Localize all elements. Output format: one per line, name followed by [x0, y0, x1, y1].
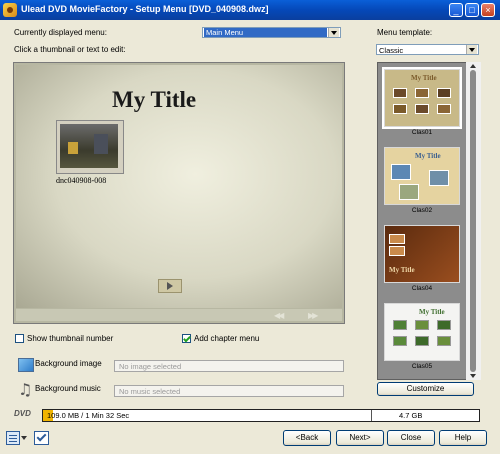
maximize-button[interactable]: □	[465, 3, 479, 17]
template-name: Clas05	[411, 363, 433, 370]
template-cell	[437, 104, 451, 114]
template-name: Clas01	[411, 129, 433, 136]
scroll-up-icon[interactable]	[468, 62, 478, 70]
close-window-button[interactable]: ×	[481, 3, 495, 17]
chevron-down-icon[interactable]	[21, 436, 27, 440]
template-item[interactable]: My Title Clas01	[382, 67, 462, 139]
menu-preview: My Title dnc040908-008 ◀◀ ▶▶	[13, 62, 345, 324]
template-cell	[437, 320, 451, 330]
template-cell	[415, 336, 429, 346]
template-title: My Title	[411, 74, 437, 82]
show-thumbnail-number-label[interactable]: Show thumbnail number	[27, 334, 113, 343]
template-cell	[437, 88, 451, 98]
template-cell	[393, 88, 407, 98]
template-thumbnail: My Title	[384, 225, 460, 283]
customize-button[interactable]: Customize	[377, 382, 474, 396]
template-cell	[415, 320, 429, 330]
template-category-value: Classic	[379, 46, 404, 55]
back-button[interactable]: <Back	[283, 430, 331, 446]
add-chapter-menu-checkbox[interactable]	[182, 334, 191, 343]
disk-capacity-text: 4.7 GB	[399, 411, 423, 420]
next-page-icon[interactable]: ▶▶	[308, 311, 318, 320]
background-image-label[interactable]: Background image	[35, 359, 102, 368]
template-cell	[415, 88, 429, 98]
thumbnail-image	[60, 124, 118, 168]
menu-template-label: Menu template:	[377, 28, 433, 37]
template-name: Clas02	[411, 207, 433, 214]
template-cell	[393, 104, 407, 114]
app-window: Ulead DVD MovieFactory - Setup Menu [DVD…	[0, 0, 500, 454]
background-image-icon[interactable]	[18, 358, 34, 372]
window-title: Ulead DVD MovieFactory - Setup Menu [DVD…	[21, 4, 269, 14]
background-music-label[interactable]: Background music	[35, 384, 101, 393]
help-button[interactable]: Help	[439, 430, 487, 446]
template-item[interactable]: My Title Clas04	[384, 225, 462, 295]
show-thumbnail-number-checkbox[interactable]	[15, 334, 24, 343]
template-name: Clas04	[411, 285, 433, 292]
background-music-field: No music selected	[114, 385, 344, 397]
thumbnail-caption[interactable]: dnc040908-008	[56, 176, 106, 185]
previous-page-icon[interactable]: ◀◀	[274, 311, 284, 320]
preview-nav-bar: ◀◀ ▶▶	[16, 309, 342, 321]
list-view-icon[interactable]	[6, 431, 20, 445]
template-scrollbar-thumb[interactable]	[470, 70, 476, 372]
template-cell	[429, 170, 449, 186]
template-thumbnail: My Title	[384, 303, 460, 361]
template-cell	[399, 184, 419, 200]
template-cell	[415, 104, 429, 114]
chevron-down-icon[interactable]	[328, 28, 339, 37]
template-item[interactable]: My Title Clas02	[384, 147, 462, 217]
disc-format-label: DVD	[14, 409, 31, 418]
close-button[interactable]: Close	[387, 430, 435, 446]
chapter-thumbnail[interactable]	[56, 120, 124, 174]
template-cell	[389, 246, 405, 256]
template-title: My Title	[419, 308, 445, 316]
checkmark-icon[interactable]	[34, 431, 49, 445]
next-button[interactable]: Next>	[336, 430, 384, 446]
preview-title-text[interactable]: My Title	[112, 87, 196, 113]
template-thumbnail: My Title	[382, 67, 462, 129]
background-music-icon[interactable]	[18, 380, 34, 399]
template-cell	[389, 234, 405, 244]
chevron-down-icon[interactable]	[466, 45, 477, 54]
template-title: My Title	[389, 266, 415, 274]
template-category-dropdown[interactable]: Classic	[376, 44, 479, 55]
template-cell	[393, 336, 407, 346]
capacity-marker	[371, 410, 372, 421]
template-item[interactable]: My Title Clas05	[384, 303, 462, 373]
disk-used-text: 109.0 MB / 1 Min 32 Sec	[47, 411, 130, 420]
current-menu-value: Main Menu	[204, 28, 327, 37]
template-thumbnail: My Title	[384, 147, 460, 205]
play-icon[interactable]	[158, 279, 182, 293]
app-icon	[3, 3, 17, 17]
template-title: My Title	[415, 152, 441, 160]
template-cell	[391, 164, 411, 180]
minimize-button[interactable]: _	[449, 3, 463, 17]
background-image-field: No image selected	[114, 360, 344, 372]
template-cell	[393, 320, 407, 330]
template-cell	[437, 336, 451, 346]
preview-canvas[interactable]: My Title dnc040908-008	[16, 65, 342, 308]
current-menu-label: Currently displayed menu:	[14, 28, 107, 37]
edit-hint: Click a thumbnail or text to edit:	[14, 45, 126, 54]
current-menu-dropdown[interactable]: Main Menu	[202, 27, 341, 38]
title-bar[interactable]: Ulead DVD MovieFactory - Setup Menu [DVD…	[0, 0, 500, 20]
disk-usage-bar: 109.0 MB / 1 Min 32 Sec 4.7 GB	[42, 409, 480, 422]
add-chapter-menu-label[interactable]: Add chapter menu	[194, 334, 259, 343]
scroll-down-icon[interactable]	[468, 372, 478, 380]
